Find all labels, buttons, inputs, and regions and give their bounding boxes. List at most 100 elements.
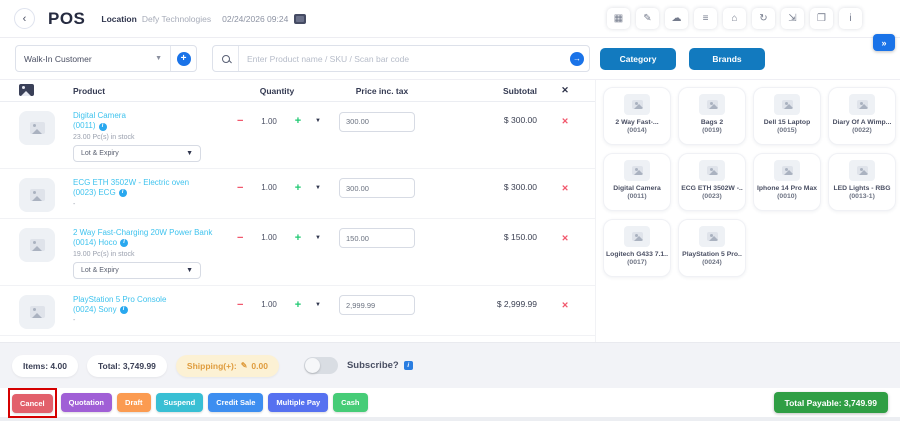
card-product-name: Dell 15 Laptop: [756, 119, 818, 126]
product-card[interactable]: 2 Way Fast-... (0014): [603, 87, 671, 145]
total-payable-button[interactable]: Total Payable: 3,749.99: [774, 392, 888, 413]
back-button[interactable]: ‹: [14, 8, 35, 29]
card-product-name: LED Lights - RBG: [831, 185, 893, 192]
increase-qty-button[interactable]: +: [295, 115, 301, 127]
cart-row: Digital Camera (0011) i 23.00 Pc(s) in s…: [0, 102, 595, 169]
windows-icon[interactable]: ❐: [810, 8, 833, 29]
quotation-button[interactable]: Quotation: [61, 393, 112, 412]
product-info-icon[interactable]: i: [99, 123, 107, 131]
pos-app: ‹ POS Location Defy Technologies 02/24/2…: [0, 0, 900, 421]
product-card[interactable]: Iphone 14 Pro Max (0010): [753, 153, 821, 211]
register-edit-icon[interactable]: ✎: [636, 8, 659, 29]
product-card[interactable]: LED Lights - RBG (0013-1): [828, 153, 896, 211]
draft-button[interactable]: Draft: [117, 393, 151, 412]
card-thumbnail: [699, 94, 725, 115]
subscribe-info-icon[interactable]: i: [404, 361, 413, 370]
card-product-name: 2 Way Fast-...: [606, 119, 668, 126]
suspend-button[interactable]: Suspend: [156, 393, 204, 412]
product-card[interactable]: Dell 15 Laptop (0015): [753, 87, 821, 145]
collapse-panel-button[interactable]: »: [873, 34, 895, 51]
product-card[interactable]: Digital Camera (0011): [603, 153, 671, 211]
cancel-button[interactable]: Cancel: [12, 394, 53, 413]
product-name-link[interactable]: 2 Way Fast-Charging 20W Power Bank: [73, 228, 225, 238]
product-card[interactable]: Diary Of A Wimp... (0022): [828, 87, 896, 145]
add-customer-button[interactable]: +: [177, 52, 191, 66]
unit-dropdown-icon[interactable]: ▼: [315, 185, 321, 191]
decrease-qty-button[interactable]: −: [237, 182, 243, 194]
brands-button[interactable]: Brands: [689, 48, 765, 70]
cash-button[interactable]: Cash: [333, 393, 367, 412]
quantity-value: 1.00: [261, 183, 277, 192]
remove-row-button[interactable]: ✕: [561, 113, 568, 127]
product-card[interactable]: PlayStation 5 Pro.. (0024): [678, 219, 746, 277]
customer-selected-value: Walk-In Customer: [24, 54, 92, 64]
shipping-pill[interactable]: Shipping(+): ✎ 0.00: [176, 355, 279, 377]
decrease-qty-button[interactable]: −: [237, 232, 243, 244]
product-code: (0023) ECG: [73, 188, 116, 198]
image-placeholder-icon: [632, 166, 643, 175]
qr-grid-icon[interactable]: ▦: [607, 8, 630, 29]
cloud-icon[interactable]: ☁: [665, 8, 688, 29]
shipping-label: Shipping(+):: [187, 361, 237, 371]
card-product-name: ECG ETH 3502W -..: [681, 185, 743, 192]
product-card[interactable]: Bags 2 (0019): [678, 87, 746, 145]
decrease-qty-button[interactable]: −: [237, 115, 243, 127]
image-placeholder-icon: [857, 100, 868, 109]
lot-expiry-select[interactable]: Lot & Expiry ▼: [73, 262, 201, 279]
product-name-link[interactable]: PlayStation 5 Pro Console: [73, 295, 225, 305]
card-product-code: (0023): [681, 193, 743, 200]
remove-row-button[interactable]: ✕: [561, 180, 568, 194]
product-info-icon[interactable]: i: [120, 239, 128, 247]
increase-qty-button[interactable]: +: [295, 182, 301, 194]
price-input[interactable]: [339, 228, 415, 248]
multiple-pay-button[interactable]: Multiple Pay: [268, 393, 328, 412]
credit-sale-button[interactable]: Credit Sale: [208, 393, 263, 412]
subscribe-toggle[interactable]: [304, 357, 338, 374]
product-thumbnail: [19, 111, 55, 145]
increase-qty-button[interactable]: +: [295, 299, 301, 311]
sync-icon[interactable]: ↻: [752, 8, 775, 29]
product-thumbnail: [19, 178, 55, 212]
price-column-header: Price inc. tax: [339, 86, 425, 96]
card-product-name: Logitech G433 7.1..: [606, 251, 668, 258]
product-card[interactable]: ECG ETH 3502W -.. (0023): [678, 153, 746, 211]
remove-row-button[interactable]: ✕: [561, 230, 568, 244]
price-input[interactable]: [339, 295, 415, 315]
scan-cell: →: [565, 52, 589, 66]
cart-table: Product Quantity Price inc. tax Subtotal…: [0, 80, 596, 342]
calendar-badge-icon: [294, 14, 306, 24]
product-card[interactable]: Logitech G433 7.1.. (0017): [603, 219, 671, 277]
price-input[interactable]: [339, 112, 415, 132]
cash-register-icon[interactable]: ≡: [694, 8, 717, 29]
remove-row-button[interactable]: ✕: [561, 297, 568, 311]
product-info-icon[interactable]: i: [120, 306, 128, 314]
decrease-qty-button[interactable]: −: [237, 299, 243, 311]
stock-text: 19.00 Pc(s) in stock: [73, 251, 225, 258]
product-search-input[interactable]: [239, 54, 565, 64]
card-thumbnail: [624, 94, 650, 115]
lot-expiry-select[interactable]: Lot & Expiry ▼: [73, 145, 201, 162]
customer-select[interactable]: Walk-In Customer ▼: [16, 46, 170, 71]
product-name-link[interactable]: Digital Camera: [73, 111, 225, 121]
price-input[interactable]: [339, 178, 415, 198]
unit-dropdown-icon[interactable]: ▼: [315, 235, 321, 241]
fullscreen-icon[interactable]: ⇲: [781, 8, 804, 29]
card-thumbnail: [849, 160, 875, 181]
increase-qty-button[interactable]: +: [295, 232, 301, 244]
lot-expiry-label: Lot & Expiry: [81, 267, 119, 274]
image-placeholder-icon: [30, 189, 45, 201]
quantity-value: 1.00: [261, 300, 277, 309]
unit-dropdown-icon[interactable]: ▼: [315, 118, 321, 124]
shipping-value: 0.00: [251, 361, 268, 371]
scan-barcode-button[interactable]: →: [570, 52, 584, 66]
store-icon[interactable]: ⌂: [723, 8, 746, 29]
unit-dropdown-icon[interactable]: ▼: [315, 302, 321, 308]
product-thumbnail: [19, 295, 55, 329]
category-button[interactable]: Category: [600, 48, 676, 70]
product-code: (0024) Sony: [73, 305, 117, 315]
product-name-link[interactable]: ECG ETH 3502W - Electric oven: [73, 178, 225, 188]
card-thumbnail: [699, 160, 725, 181]
product-info-icon[interactable]: i: [119, 189, 127, 197]
pos-toggle-icon[interactable]: i: [839, 8, 862, 29]
location-value: Defy Technologies: [142, 14, 211, 24]
